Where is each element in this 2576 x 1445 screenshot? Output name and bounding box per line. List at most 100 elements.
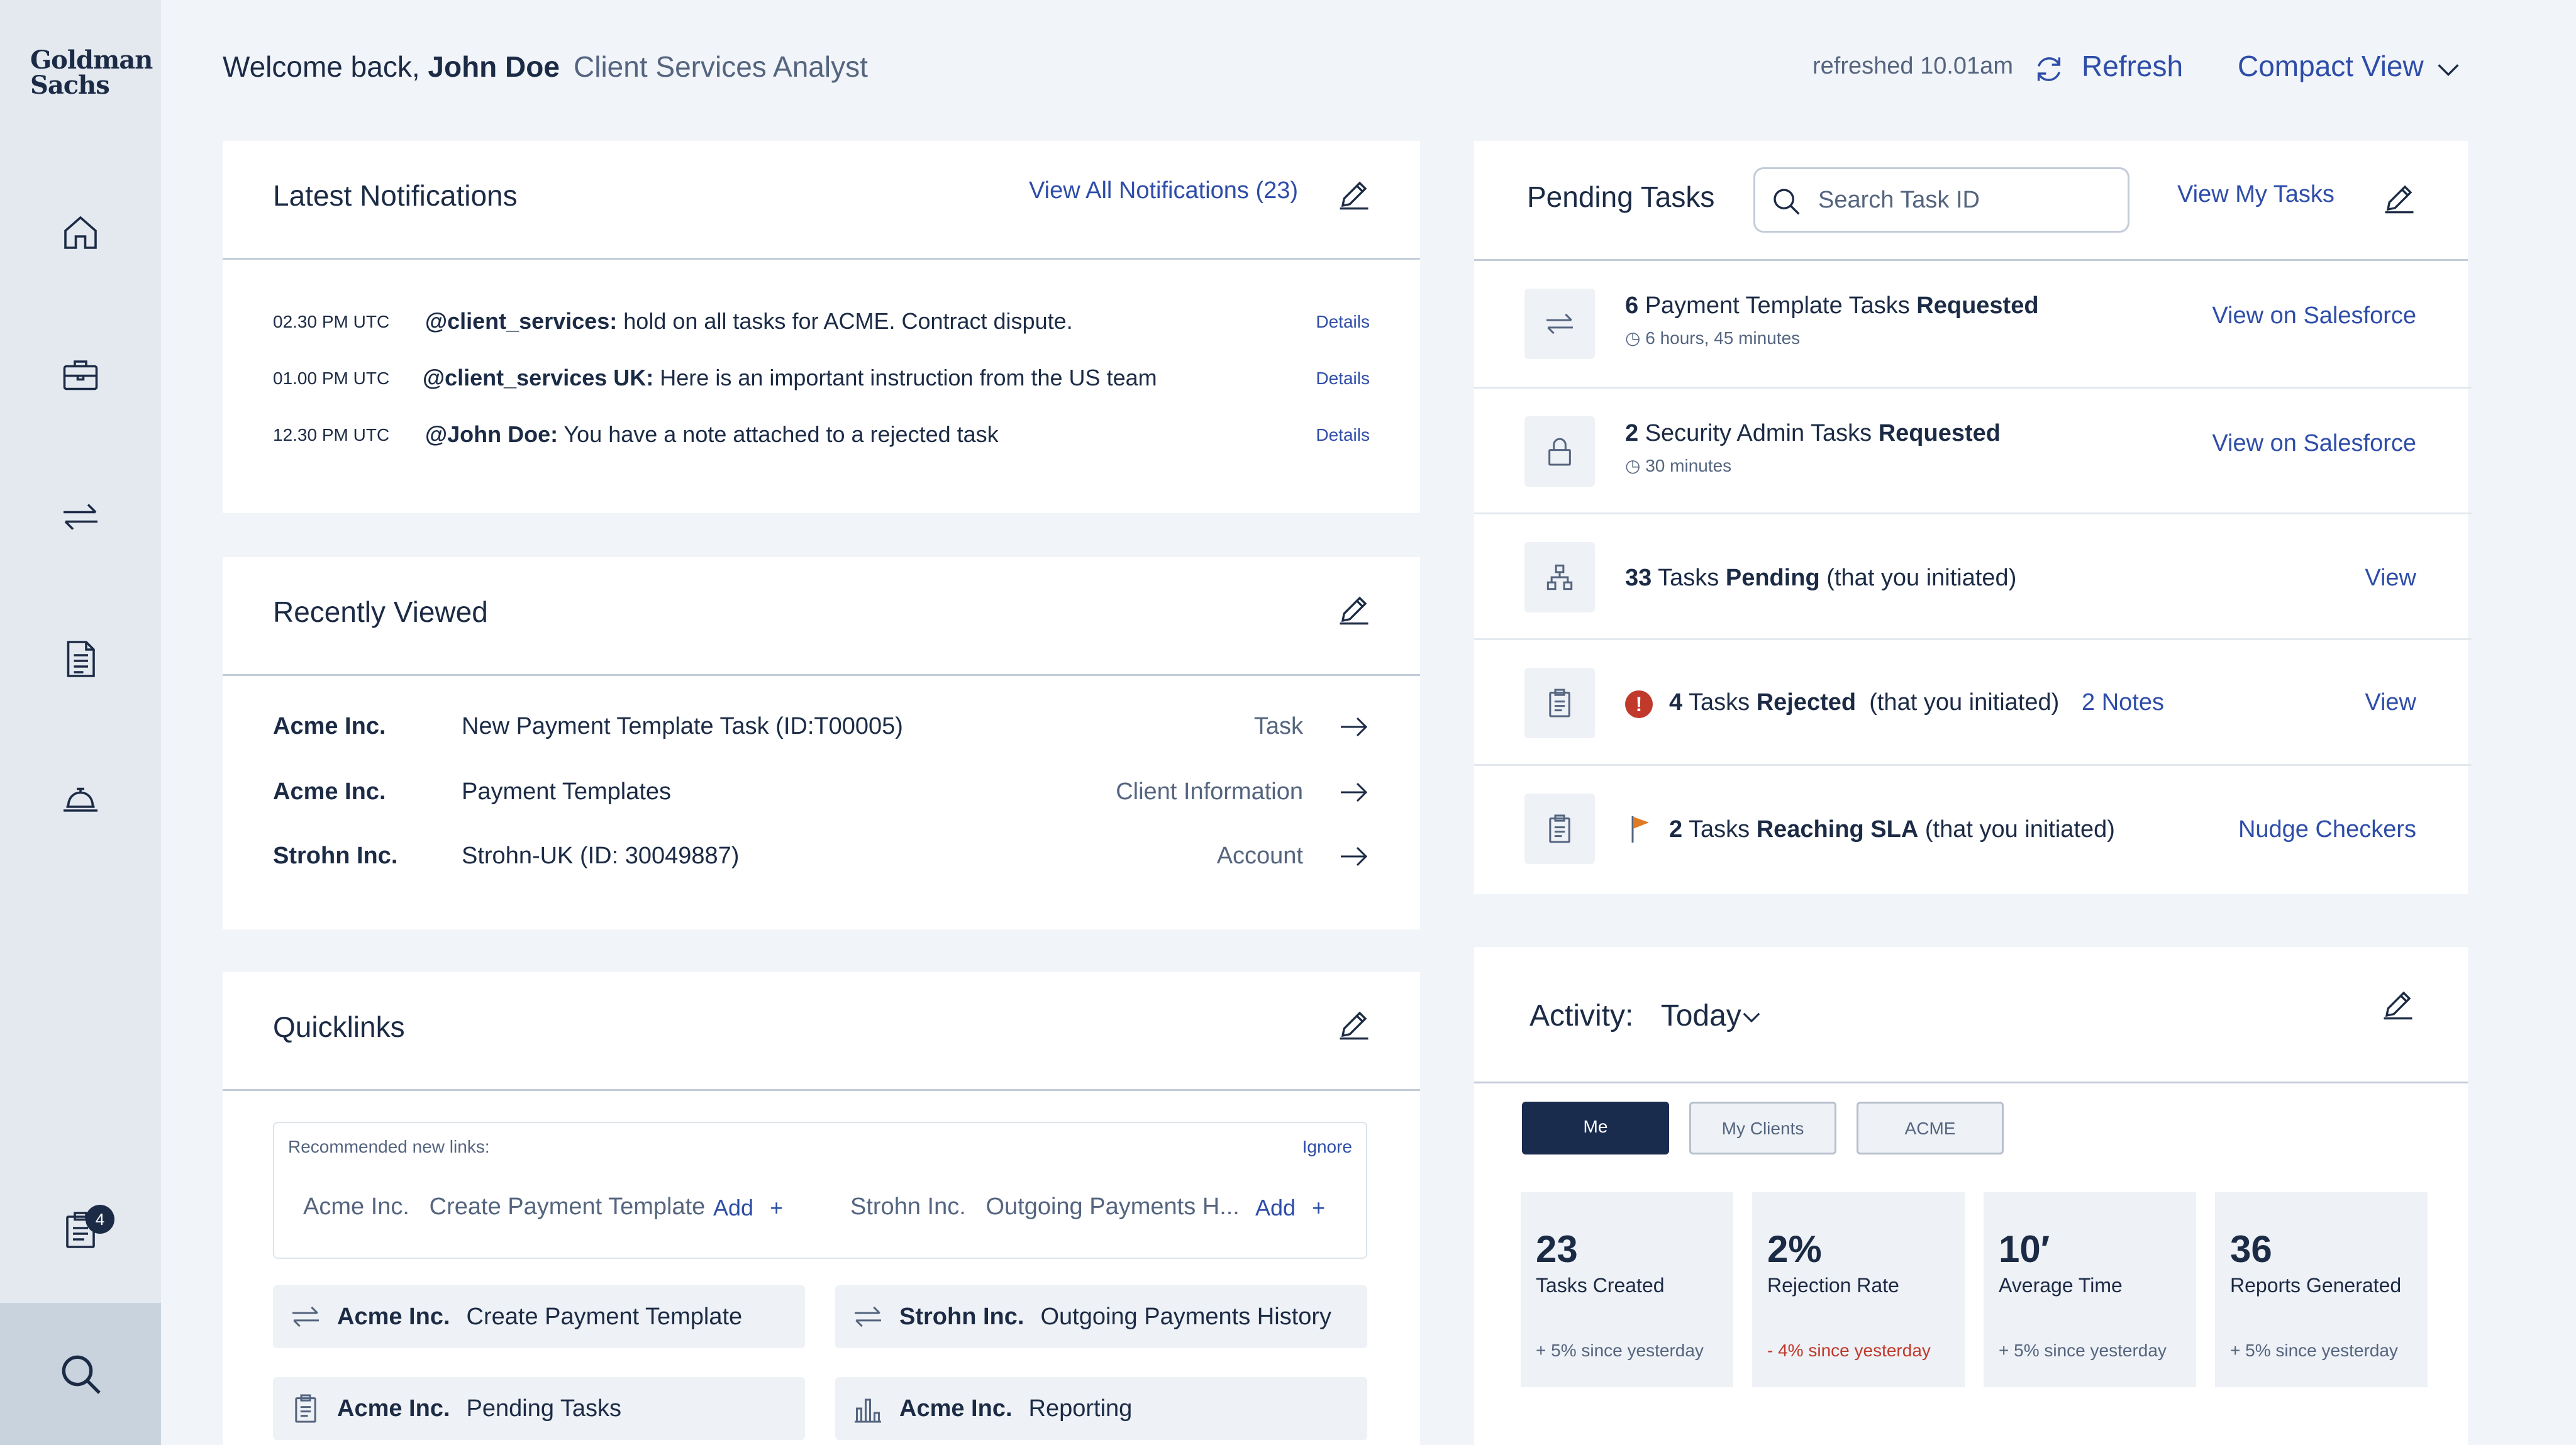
quicklink-client: Strohn Inc. [899,1303,1024,1330]
quicklink-item[interactable]: Acme Inc. Create Payment Template [273,1285,805,1348]
task-summary: 6 Payment Template Tasks Requested [1625,292,2039,319]
quicklink-item[interactable]: Strohn Inc. Outgoing Payments History [835,1285,1367,1348]
logo-line-1: Goldman [30,45,153,75]
view-all-notifications-link[interactable]: View All Notifications (23) [1029,177,1298,204]
welcome-prefix: Welcome back, [223,50,420,83]
nav-home[interactable] [55,208,106,258]
tab-acme[interactable]: ACME [1857,1102,2004,1154]
task-elapsed: ◷ 6 hours, 45 minutes [1625,328,1800,348]
task-status: Requested [1916,292,2039,319]
add-link-button[interactable]: Add + [1255,1195,1325,1221]
divider [223,1089,1420,1091]
stat-value: 10′ [1999,1228,2050,1270]
task-search-input[interactable]: Search Task ID [1753,167,2129,233]
task-text: Tasks [1652,565,1726,591]
nudge-checkers-link[interactable]: Nudge Checkers [2238,816,2416,843]
view-my-tasks-link[interactable]: View My Tasks [2177,181,2334,208]
refresh-icon[interactable] [2031,52,2067,87]
notification-body: hold on all tasks for ACME. Contract dis… [617,308,1073,334]
nav-search[interactable] [0,1303,161,1445]
quicklink-name: Reporting [1028,1395,1133,1422]
task-row[interactable]: 2 Tasks Reaching SLA (that you initiated… [1474,764,2472,890]
rv-item: New Payment Template Task (ID:T00005) [462,713,903,739]
task-elapsed-text: 30 minutes [1645,456,1732,475]
arrow-right-icon[interactable] [1338,780,1370,805]
task-summary: 4 Tasks Rejected (that you initiated) [1669,689,2059,716]
clock-icon: ◷ [1625,456,1646,475]
pending-tasks-title: Pending Tasks [1527,180,1715,213]
tab-me[interactable]: Me [1522,1102,1669,1154]
hierarchy-icon [1546,564,1573,590]
rv-type: Client Information [1116,778,1303,805]
activity-period[interactable]: Today [1661,999,1741,1033]
nav-transfers[interactable] [55,492,106,542]
clock-icon: ◷ [1625,328,1646,348]
task-status: Rejected [1756,689,1857,716]
task-count: 2 [1625,420,1639,446]
document-icon [67,641,95,677]
arrow-right-icon[interactable] [1338,844,1370,869]
ignore-button[interactable]: Ignore [1302,1137,1352,1157]
task-row[interactable]: 33 Tasks Pending (that you initiated) Vi… [1474,512,2472,638]
transfer-arrows-icon [1546,313,1573,335]
rec-link-name: Outgoing Payments H... [985,1193,1240,1220]
home-icon [64,216,97,249]
plus-icon: + [1312,1195,1326,1221]
quicklink-item[interactable]: Acme Inc. Reporting [835,1377,1367,1440]
view-mode-dropdown[interactable]: Compact View [2238,49,2424,83]
task-summary: 2 Tasks Reaching SLA (that you initiated… [1669,816,2115,843]
arrow-right-icon[interactable] [1338,714,1370,739]
search-placeholder: Search Task ID [1818,187,1980,213]
notification-details-link[interactable]: Details [1316,312,1370,332]
edit-pencil-icon[interactable] [2381,987,2415,1021]
rv-item: Strohn-UK (ID: 30049887) [462,843,740,869]
stat-trend: + 5% since yesterday [1999,1341,2167,1360]
edit-pencil-icon[interactable] [1337,177,1371,211]
notification-message: @client_services: hold on all tasks for … [425,308,1073,335]
chevron-down-icon[interactable] [2434,55,2463,84]
nav-briefcase[interactable] [55,350,106,400]
view-link[interactable]: View [2365,565,2416,592]
refresh-button[interactable]: Refresh [2082,49,2183,83]
view-on-salesforce-link[interactable]: View on Salesforce [2212,302,2416,329]
task-status: Requested [1878,420,2001,446]
goldman-sachs-logo[interactable]: Goldman Sachs [30,45,153,98]
recommended-label: Recommended new links: [288,1137,490,1156]
nav-documents[interactable] [55,634,106,684]
tab-my-clients[interactable]: My Clients [1689,1102,1836,1154]
task-text: Payment Template Tasks [1638,292,1917,319]
add-link-button[interactable]: Add + [713,1195,783,1221]
edit-pencil-icon[interactable] [1337,1007,1371,1041]
stat-trend: + 5% since yesterday [1536,1341,1704,1360]
notification-details-link[interactable]: Details [1316,368,1370,389]
task-row[interactable]: 2 Security Admin Tasks Requested ◷ 30 mi… [1474,387,2472,512]
task-row[interactable]: ! 4 Tasks Rejected (that you initiated) … [1474,638,2472,764]
task-row[interactable]: 6 Payment Template Tasks Requested ◷ 6 h… [1474,261,2472,387]
rec-client: Acme Inc. [303,1193,409,1220]
chevron-down-icon[interactable] [1738,1004,1765,1030]
alert-icon: ! [1625,690,1653,718]
task-text: Security Admin Tasks [1638,420,1879,446]
task-suffix: (that you initiated) [1819,565,2017,591]
stat-trend: - 4% since yesterday [1767,1341,1931,1360]
nav-service[interactable] [55,776,106,826]
edit-pencil-icon[interactable] [2382,181,2416,215]
rv-item: Payment Templates [462,778,672,805]
quicklink-item[interactable]: Acme Inc. Pending Tasks [273,1377,805,1440]
stat-tile-average-time: 10′ Average Time + 5% since yesterday [1984,1192,2196,1387]
briefcase-icon [63,360,98,390]
stat-label: Average Time [1999,1274,2123,1297]
notes-link[interactable]: 2 Notes [2082,689,2164,716]
user-role: Client Services Analyst [574,50,868,83]
view-on-salesforce-link[interactable]: View on Salesforce [2212,430,2416,457]
search-icon [62,1355,101,1394]
task-elapsed: ◷ 30 minutes [1625,455,1731,476]
notification-details-link[interactable]: Details [1316,425,1370,445]
task-text: Tasks [1682,689,1757,716]
recommended-link: Strohn Inc. Outgoing Payments H... [850,1193,1240,1221]
edit-pencil-icon[interactable] [1337,592,1371,626]
flag-icon [1631,816,1649,843]
activity-label: Activity: [1530,999,1634,1033]
stat-value: 36 [2230,1228,2272,1270]
view-link[interactable]: View [2365,689,2416,716]
